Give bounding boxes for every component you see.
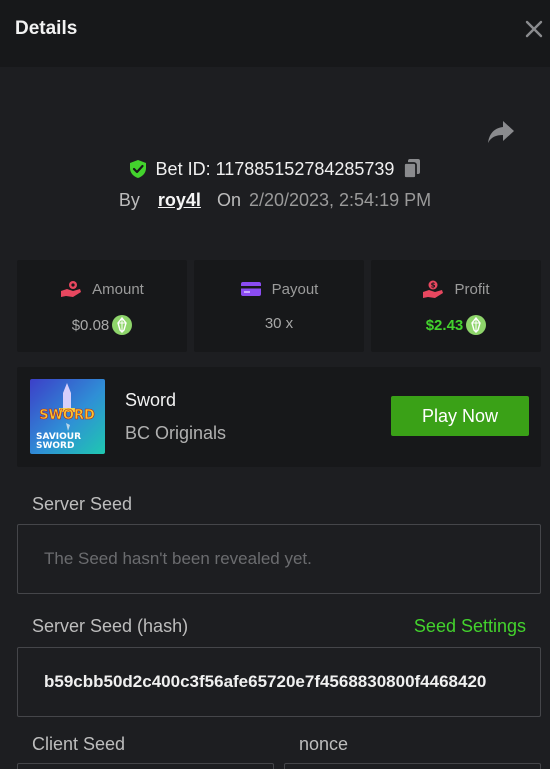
game-name[interactable]: Sword bbox=[125, 390, 176, 411]
thumb-subtitle-2: SWORD bbox=[36, 441, 74, 451]
server-seed-hash-label: Server Seed (hash) bbox=[32, 616, 189, 636]
amount-label: Amount bbox=[92, 280, 144, 298]
close-icon[interactable] bbox=[524, 19, 544, 39]
server-seed-hash-field[interactable]: b59cbb50d2c400c3f56afe65720e7f4568830800… bbox=[17, 647, 541, 717]
profit-value: $2.43 bbox=[425, 316, 464, 334]
profit-hand-icon: $ bbox=[423, 280, 444, 298]
payout-value: 30 x bbox=[264, 315, 294, 332]
verified-shield-icon bbox=[129, 160, 146, 178]
amount-value: $0.08 bbox=[71, 316, 110, 334]
seed-settings-link[interactable]: Seed Settings bbox=[414, 616, 526, 637]
bet-id-row: Bet ID: 117885152784285739 bbox=[0, 158, 550, 180]
client-seed-label: Client Seed bbox=[32, 734, 126, 754]
game-card: SWORD SAVIOUR SWORD Sword BC Originals P… bbox=[17, 367, 541, 467]
profit-label: Profit bbox=[454, 280, 490, 298]
amount-stat: Amount $0.08 bbox=[17, 260, 187, 352]
bet-date: 2/20/2023, 2:54:19 PM bbox=[248, 190, 432, 210]
nonce-label: nonce bbox=[299, 734, 349, 754]
thumb-title-text: SWORD bbox=[39, 408, 95, 423]
server-seed-label: Server Seed bbox=[32, 494, 133, 514]
server-seed-hash-value: b59cbb50d2c400c3f56afe65720e7f4568830800… bbox=[44, 672, 487, 691]
details-header: Details bbox=[0, 0, 550, 67]
bet-id: Bet ID: 117885152784285739 bbox=[155, 158, 395, 179]
svg-text:$: $ bbox=[431, 282, 436, 290]
by-label: By bbox=[118, 190, 140, 210]
game-provider: BC Originals bbox=[125, 423, 227, 443]
share-icon[interactable] bbox=[486, 118, 516, 146]
payout-label: Payout bbox=[271, 280, 319, 298]
profit-stat: $ Profit $2.43 bbox=[371, 260, 541, 352]
client-seed-field[interactable] bbox=[17, 763, 274, 769]
server-seed-placeholder: The Seed hasn't been revealed yet. bbox=[44, 549, 312, 568]
card-icon bbox=[240, 282, 261, 296]
eos-coin-icon bbox=[466, 315, 487, 335]
play-now-button[interactable]: Play Now bbox=[391, 396, 529, 436]
copy-icon[interactable] bbox=[402, 158, 422, 180]
bet-hand-icon bbox=[61, 281, 82, 297]
game-thumbnail[interactable]: SWORD SAVIOUR SWORD bbox=[30, 379, 105, 454]
payout-stat: Payout 30 x bbox=[194, 260, 364, 352]
username-link[interactable]: roy4l bbox=[158, 190, 201, 211]
on-label: On bbox=[216, 190, 241, 210]
eos-coin-icon bbox=[112, 315, 133, 335]
server-seed-field[interactable]: The Seed hasn't been revealed yet. bbox=[17, 524, 541, 594]
nonce-field[interactable] bbox=[284, 763, 541, 769]
bet-author-row: By roy4l On 2/20/2023, 2:54:19 PM bbox=[0, 190, 550, 211]
page-title: Details bbox=[15, 18, 78, 39]
